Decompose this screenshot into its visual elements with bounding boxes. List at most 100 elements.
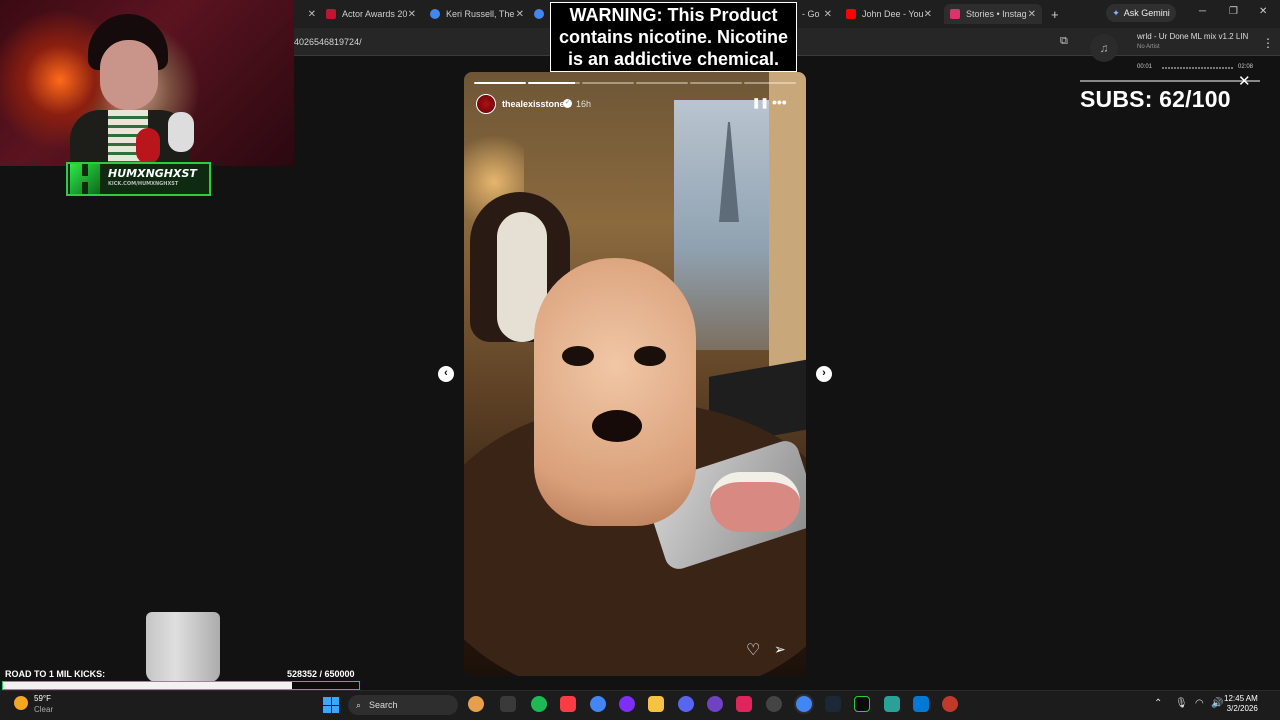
- app-icon[interactable]: [736, 696, 752, 712]
- tab-close-icon[interactable]: ✕: [408, 9, 416, 20]
- more-options-icon[interactable]: •••: [772, 94, 787, 110]
- story-progress-segment: [528, 82, 580, 84]
- file-explorer-icon[interactable]: [648, 696, 664, 712]
- weather-moon-icon[interactable]: [14, 696, 28, 710]
- tab-favicon-icon: [326, 9, 336, 19]
- plush-toy: [168, 112, 194, 152]
- instagram-icon: [950, 9, 960, 19]
- ask-gemini-label: Ask Gemini: [1123, 8, 1170, 18]
- search-label: Search: [369, 700, 398, 710]
- send-icon[interactable]: ➢: [774, 641, 786, 658]
- maximize-button[interactable]: ❐: [1229, 6, 1238, 17]
- previous-story-button[interactable]: ‹: [438, 366, 454, 382]
- app-icon[interactable]: [942, 696, 958, 712]
- kick-icon[interactable]: [854, 696, 870, 712]
- subs-counter: SUBS: 62/100: [1080, 86, 1231, 112]
- tab-0[interactable]: ✕: [300, 4, 316, 24]
- mask-mouth: [592, 410, 642, 442]
- tab-google[interactable]: [534, 4, 548, 24]
- chevron-up-icon[interactable]: ⌃: [1154, 698, 1162, 709]
- task-view-icon[interactable]: [500, 696, 516, 712]
- avatar[interactable]: [476, 94, 496, 114]
- notepad-icon[interactable]: [913, 696, 929, 712]
- search-highlight-icon[interactable]: [468, 696, 484, 712]
- story-username[interactable]: thealexisstone: [502, 99, 565, 109]
- app-icon[interactable]: [884, 696, 900, 712]
- apple-music-icon[interactable]: [560, 696, 576, 712]
- spotify-icon[interactable]: [531, 696, 547, 712]
- tab-close-icon[interactable]: ✕: [516, 9, 524, 20]
- verified-badge-icon: ✓: [563, 99, 572, 108]
- story-progress-segment: [744, 82, 796, 84]
- microphone-icon[interactable]: 🎙: [1175, 698, 1188, 709]
- streamer-face: [100, 40, 158, 110]
- minimize-button[interactable]: ─: [1199, 6, 1206, 17]
- tab-favicon-icon: [534, 9, 544, 19]
- discord-icon[interactable]: [678, 696, 694, 712]
- tab-keri-russell[interactable]: Keri Russell, The ✕: [430, 4, 524, 24]
- screen: ✕ Actor Awards 20 ✕ Keri Russell, The ✕ …: [0, 0, 1280, 720]
- streamer-badge: HUMXNGHXST KICK.COM/HUMXNGHXST: [66, 162, 211, 196]
- music-widget-divider: [1080, 80, 1260, 82]
- music-player-widget: ♫ wrld - Ur Done ML mix v1.2 LIN No Arti…: [1080, 30, 1260, 82]
- story-silicone-mask: [534, 258, 696, 526]
- weather-condition[interactable]: Clear: [34, 705, 53, 714]
- taskbar-search[interactable]: ⌕ Search: [348, 695, 458, 715]
- youtube-icon: [846, 9, 856, 19]
- tab-actor-awards[interactable]: Actor Awards 20 ✕: [326, 4, 416, 24]
- steam-icon[interactable]: [825, 696, 841, 712]
- chrome-icon[interactable]: [590, 696, 606, 712]
- track-duration: 02:08: [1238, 64, 1254, 70]
- tab-google-2[interactable]: - Go ✕: [802, 4, 832, 24]
- nicotine-warning: WARNING: This Product contains nicotine.…: [550, 2, 797, 72]
- clock-date: 3/2/2026: [1226, 704, 1258, 713]
- window-close-button[interactable]: ✕: [1259, 6, 1267, 17]
- tab-label: Keri Russell, The: [446, 9, 515, 19]
- taskbar: [0, 690, 1280, 720]
- app-icon[interactable]: [707, 696, 723, 712]
- chrome-active-icon[interactable]: [796, 696, 812, 712]
- story-curtain: [769, 72, 806, 372]
- streamer-name: HUMXNGHXST KICK.COM/HUMXNGHXST: [108, 168, 197, 190]
- new-tab-button[interactable]: +: [1051, 4, 1063, 24]
- plush-toy: [136, 128, 160, 164]
- road-label: ROAD TO 1 MIL KICKS:: [5, 669, 106, 679]
- taskbar-clock[interactable]: 12:45 AM 3/2/2026: [1224, 694, 1258, 714]
- mask-eye: [562, 346, 594, 366]
- tab-instagram-stories[interactable]: Stories • Instag ✕: [944, 4, 1042, 24]
- tab-close-icon[interactable]: ✕: [924, 9, 932, 20]
- track-elapsed: 00:01: [1137, 64, 1153, 70]
- pause-icon[interactable]: ❚❚: [752, 98, 769, 109]
- heart-icon[interactable]: ♡: [746, 640, 760, 660]
- music-note-icon: ♫: [1090, 34, 1118, 62]
- story-dentures: [710, 472, 800, 532]
- clock-time: 12:45 AM: [1224, 694, 1258, 703]
- instagram-story[interactable]: thealexisstone ✓ 16h ❚❚ ••• ♡ ➢: [464, 72, 806, 676]
- windows-start-icon[interactable]: [323, 697, 339, 713]
- wifi-icon[interactable]: ◠: [1195, 698, 1204, 709]
- more-options-icon[interactable]: ⋮: [1262, 36, 1274, 50]
- kicks-progress-bar: [2, 681, 360, 690]
- track-progress-bar: [1162, 67, 1234, 69]
- tab-favicon-icon: [430, 9, 440, 19]
- tab-close-icon[interactable]: ✕: [1028, 9, 1036, 20]
- tab-label: John Dee - You: [862, 9, 924, 19]
- ask-gemini-button[interactable]: ✦ Ask Gemini: [1106, 4, 1176, 22]
- tab-youtube[interactable]: John Dee - You ✕: [846, 4, 932, 24]
- glass-cup: [146, 612, 220, 682]
- url-text[interactable]: 4026546819724/: [294, 37, 362, 47]
- weather-temp[interactable]: 59°F: [34, 694, 51, 703]
- kick-logo-icon: [70, 164, 100, 194]
- next-story-button[interactable]: ›: [816, 366, 832, 382]
- volume-icon[interactable]: 🔊: [1211, 698, 1223, 709]
- mask-eye: [634, 346, 666, 366]
- tab-close-icon[interactable]: ✕: [824, 9, 832, 20]
- install-app-icon[interactable]: ⧉: [1060, 35, 1068, 48]
- road-count: 528352 / 650000: [287, 669, 355, 679]
- app-icon[interactable]: [619, 696, 635, 712]
- track-title: wrld - Ur Done ML mix v1.2 LIN: [1137, 32, 1249, 41]
- tab-close-icon[interactable]: ✕: [308, 9, 316, 20]
- story-close-icon[interactable]: ✕: [1238, 72, 1251, 90]
- obs-icon[interactable]: [766, 696, 782, 712]
- webcam-feed: [0, 0, 294, 166]
